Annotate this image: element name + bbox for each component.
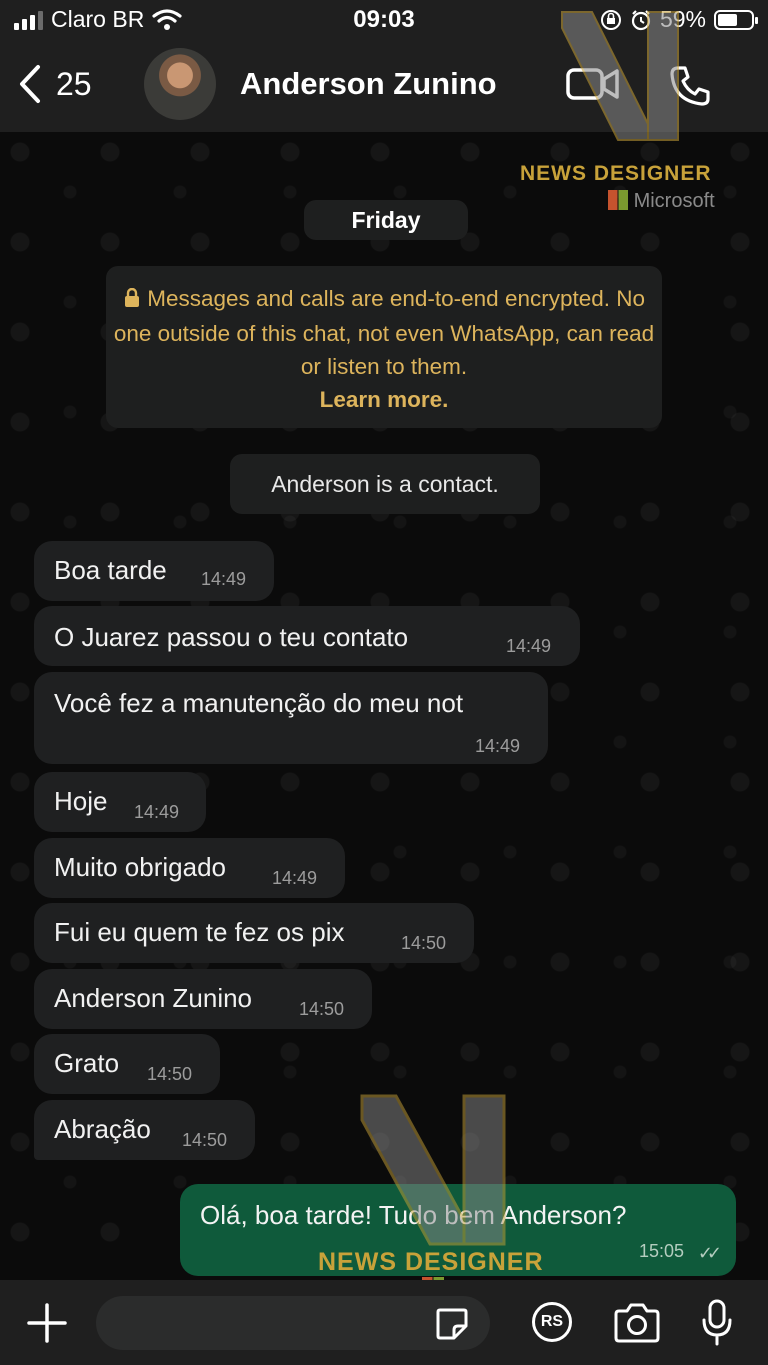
- message-text: Muito obrigado: [54, 852, 226, 882]
- incoming-message[interactable]: O Juarez passou o teu contato 14:49: [34, 606, 580, 666]
- message-text: Anderson Zunino: [54, 983, 253, 1013]
- message-text: Hoje: [54, 786, 108, 816]
- learn-more-link[interactable]: Learn more.: [320, 387, 449, 412]
- camera-icon[interactable]: [612, 1302, 662, 1344]
- message-text: Abração: [54, 1114, 151, 1144]
- message-time: 14:49: [272, 868, 318, 888]
- payment-label: RS: [540, 1313, 564, 1330]
- sticker-icon[interactable]: [434, 1306, 470, 1342]
- incoming-message[interactable]: Fui eu quem te fez os pix 14:50: [34, 903, 474, 963]
- message-time: 14:50: [182, 1130, 228, 1150]
- incoming-message[interactable]: Anderson Zunino 14:50: [34, 969, 372, 1029]
- plus-icon[interactable]: [26, 1302, 68, 1344]
- windows-logo-icon: [608, 190, 628, 210]
- watermark-brand: NEWS DESIGNER: [318, 1248, 544, 1276]
- encryption-notice[interactable]: Messages and calls are end-to-end encryp…: [106, 266, 662, 428]
- message-time: 14:49: [475, 736, 521, 756]
- message-time: 14:50: [147, 1064, 193, 1084]
- payment-button[interactable]: RS: [532, 1302, 572, 1342]
- incoming-message[interactable]: Abração 14:50: [34, 1100, 255, 1160]
- lock-icon: [123, 284, 141, 317]
- avatar[interactable]: [144, 48, 216, 120]
- message-text: Você fez a manutenção do meu not: [54, 688, 464, 718]
- watermark-logo-icon: [561, 11, 679, 141]
- message-text: Grato: [54, 1048, 120, 1078]
- contact-name[interactable]: Anderson Zunino: [240, 66, 497, 102]
- message-text: O Juarez passou o teu contato: [54, 622, 409, 652]
- message-time: 14:49: [201, 569, 247, 589]
- message-composer: RS: [0, 1280, 768, 1365]
- incoming-message[interactable]: Boa tarde 14:49: [34, 541, 274, 601]
- read-receipt-icon: ✓✓: [697, 1243, 722, 1263]
- chevron-left-icon: [20, 65, 40, 103]
- watermark-logo-icon: [360, 1094, 506, 1246]
- unread-count: 25: [56, 65, 92, 102]
- watermark-brand: NEWS DESIGNER: [520, 162, 712, 185]
- incoming-message[interactable]: Grato 14:50: [34, 1034, 220, 1094]
- incoming-message[interactable]: Muito obrigado 14:49: [34, 838, 345, 898]
- encryption-text: Messages and calls are end-to-end encryp…: [113, 286, 655, 379]
- message-input[interactable]: [96, 1296, 490, 1350]
- watermark-partner: Microsoft: [608, 190, 715, 213]
- contact-notice: Anderson is a contact.: [230, 454, 540, 514]
- chat-area[interactable]: Friday Messages and calls are end-to-end…: [0, 11, 768, 1280]
- message-time: 14:50: [401, 933, 447, 953]
- watermark-partner-label: Microsoft: [633, 190, 715, 212]
- message-text: Fui eu quem te fez os pix: [54, 917, 345, 947]
- back-button[interactable]: 25: [18, 64, 92, 104]
- date-separator: Friday: [304, 200, 468, 240]
- incoming-message[interactable]: Você fez a manutenção do meu not 14:49: [34, 672, 548, 764]
- message-time: 14:50: [299, 999, 345, 1019]
- message-text: Boa tarde: [54, 555, 167, 585]
- message-time: 15:05: [638, 1241, 684, 1261]
- message-time: 14:49: [134, 802, 180, 822]
- message-time: 14:49: [506, 636, 552, 656]
- microphone-icon[interactable]: [700, 1298, 734, 1348]
- battery-icon: [714, 9, 758, 30]
- incoming-message[interactable]: Hoje 14:49: [34, 772, 206, 832]
